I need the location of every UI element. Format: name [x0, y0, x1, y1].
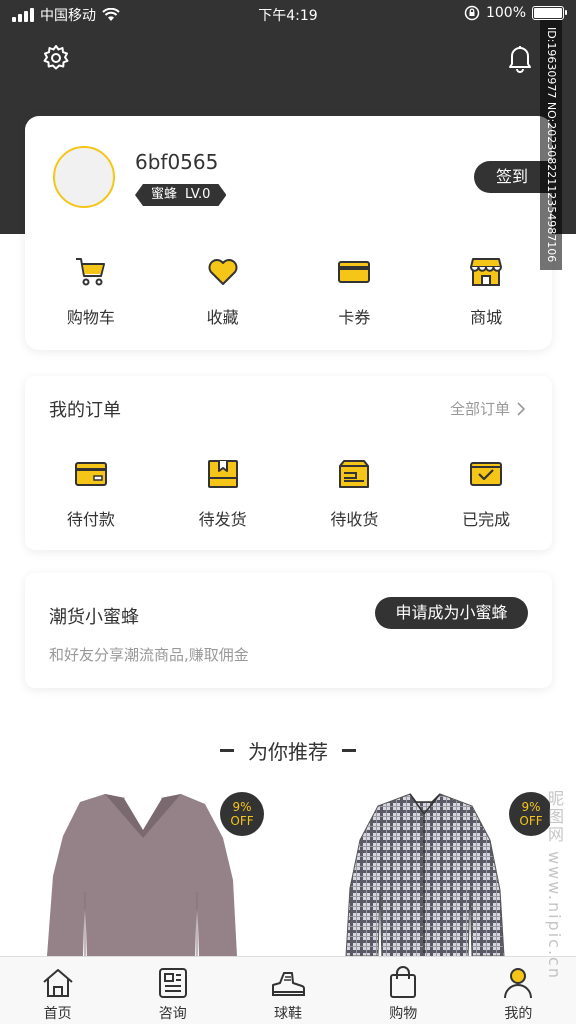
tab-home[interactable]: 首页	[0, 957, 115, 1024]
tab-label: 购物	[389, 1006, 418, 1022]
heading-dash	[342, 749, 356, 752]
order-status-to-receive[interactable]: 待收货	[289, 456, 421, 530]
status-bar: 中国移动 下午4:19 100%	[0, 0, 576, 28]
bee-description: 和好友分享潮流商品,赚取佣金	[49, 646, 249, 664]
discount-badge: 9% OFF	[220, 792, 264, 836]
store-icon	[470, 258, 503, 286]
all-orders-link[interactable]: 全部订单	[450, 398, 526, 419]
all-orders-label: 全部订单	[449, 400, 510, 418]
heading-dash	[220, 749, 234, 752]
tab-label: 首页	[43, 1006, 72, 1022]
watermark-site: 昵图网 www.nipic.cn	[545, 790, 564, 980]
orders-card: 我的订单 全部订单 待付款 待发货 待收货 已完成	[25, 376, 552, 550]
battery-icon	[532, 6, 567, 20]
battery-percent: 100%	[485, 5, 526, 21]
tab-shopping[interactable]: 购物	[346, 957, 461, 1024]
order-status-completed[interactable]: 已完成	[420, 456, 552, 530]
order-status-to-ship[interactable]: 待发货	[157, 456, 289, 530]
discount-off: OFF	[230, 814, 254, 828]
profile-icon	[504, 968, 533, 999]
bottom-tab-bar: 首页 咨询 球鞋 购物 我的	[0, 956, 576, 1024]
orders-title: 我的订单	[49, 400, 121, 421]
recommend-title: 为你推荐	[248, 740, 328, 764]
recommend-heading: 为你推荐	[0, 736, 576, 765]
username: 6bf0565	[135, 150, 219, 174]
status-time: 下午4:19	[258, 8, 318, 24]
avatar[interactable]	[53, 146, 115, 208]
shopping-bag-icon	[390, 966, 417, 998]
order-status-label: 待付款	[66, 510, 115, 529]
rotation-lock-icon	[464, 5, 480, 21]
quick-action-label: 商城	[470, 308, 503, 327]
badge-name: 蜜蜂	[151, 187, 178, 202]
product-card[interactable]: 9% OFF	[300, 780, 550, 960]
quick-action-store[interactable]: 商城	[420, 254, 552, 328]
discount-percent: 9%	[232, 800, 252, 814]
watermark-id: ID:19630977 NO:20230822112354987106	[540, 20, 562, 270]
tab-sneakers[interactable]: 球鞋	[230, 957, 345, 1024]
order-status-label: 已完成	[462, 510, 511, 529]
coupon-icon	[338, 261, 371, 283]
tab-news[interactable]: 咨询	[115, 957, 230, 1024]
product-card[interactable]: 9% OFF	[25, 780, 275, 960]
notification-bell-icon[interactable]	[504, 42, 536, 74]
news-icon	[158, 968, 187, 998]
order-status-row: 待付款 待发货 待收货 已完成	[25, 456, 552, 530]
bee-program-card: 潮货小蜜蜂 和好友分享潮流商品,赚取佣金 申请成为小蜜蜂	[25, 573, 552, 688]
cart-icon	[75, 258, 105, 286]
sneaker-icon	[272, 972, 305, 996]
quick-actions: 购物车 收藏 卡券 商城	[25, 254, 552, 328]
tab-label: 咨询	[158, 1006, 187, 1022]
quick-action-label: 收藏	[206, 308, 239, 327]
heart-icon	[208, 259, 238, 285]
order-status-label: 待发货	[198, 510, 247, 529]
package-icon	[207, 460, 238, 488]
profile-card: 6bf0565 蜜蜂 LV.0 签到 购物车 收藏 卡券 商城	[25, 116, 554, 350]
tab-label: 我的	[504, 1006, 533, 1022]
quick-action-label: 购物车	[66, 308, 115, 327]
payment-card-icon	[74, 462, 107, 486]
quick-action-favorites[interactable]: 收藏	[157, 254, 289, 328]
quick-action-label: 卡券	[338, 308, 371, 327]
tab-label: 球鞋	[274, 1006, 302, 1022]
badge-level: LV.0	[185, 187, 211, 202]
chevron-right-icon	[517, 401, 526, 416]
settings-gear-icon[interactable]	[40, 42, 72, 74]
member-level-badge: 蜜蜂 LV.0	[135, 184, 226, 206]
truck-box-icon	[339, 460, 370, 488]
quick-action-cart[interactable]: 购物车	[25, 254, 157, 328]
home-icon	[42, 969, 73, 997]
order-status-label: 待收货	[330, 510, 379, 529]
order-status-unpaid[interactable]: 待付款	[25, 456, 157, 530]
apply-bee-button[interactable]: 申请成为小蜜蜂	[375, 597, 528, 629]
completed-check-icon	[470, 462, 503, 486]
bee-title: 潮货小蜜蜂	[49, 607, 139, 628]
quick-action-coupons[interactable]: 卡券	[289, 254, 421, 328]
